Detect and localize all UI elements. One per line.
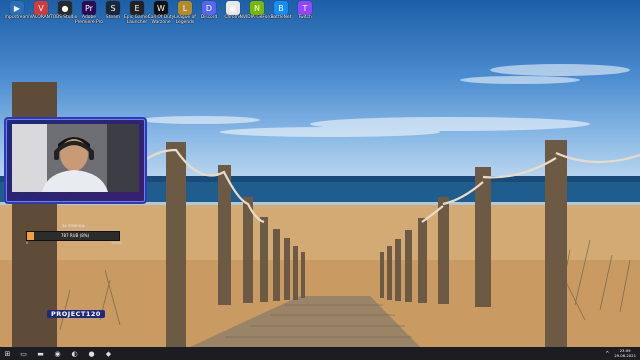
file-explorer-button[interactable]: ▬ (32, 347, 49, 360)
windows-icon: ⊞ (4, 349, 11, 358)
taskbar-clock[interactable]: 23:09 29.06.2021 (614, 348, 636, 358)
task-view-icon: ▭ (20, 349, 27, 358)
taskbar: ⊞ ▭ ▬ ◉ ◐ ● ◆ (0, 347, 640, 360)
project-label: PROJECT120 (47, 310, 105, 318)
streamer-image (12, 124, 139, 192)
obs-taskbar-button[interactable]: ● (83, 347, 100, 360)
obs-icon: ● (88, 349, 95, 358)
edge-taskbar-button[interactable]: ◐ (66, 347, 83, 360)
donation-progress-fill (27, 232, 35, 240)
system-tray: ⌃ 23:09 29.06.2021 (604, 347, 636, 360)
start-button[interactable]: ⊞ (0, 347, 15, 360)
task-view-button[interactable]: ▭ (15, 347, 32, 360)
chrome-icon: ◉ (54, 349, 61, 358)
twitch-icon: T (298, 1, 312, 15)
tray-chevron-icon[interactable]: ⌃ (604, 347, 610, 360)
webcam-overlay: PROJECT120 (4, 117, 147, 318)
discord-icon: ◆ (105, 349, 112, 358)
edge-icon: ◐ (71, 349, 78, 358)
desktop-icon-label: Twitch (298, 15, 312, 20)
folder-icon: ▬ (37, 349, 44, 358)
clock-date: 29.06.2021 (614, 352, 636, 358)
chrome-taskbar-button[interactable]: ◉ (49, 347, 66, 360)
donation-goal-max: 10000 (111, 241, 123, 245)
desktop-icon[interactable]: T Twitch (280, 1, 330, 21)
donation-progress-text: 787 RUB (8%) (61, 233, 90, 238)
discord-taskbar-button[interactable]: ◆ (100, 347, 117, 360)
webcam-feed (12, 124, 139, 192)
donation-goal-title: ЗА ПОМОЩЬ (62, 224, 86, 228)
donation-progress-bar: 787 RUB (8%) (26, 231, 120, 241)
donation-goal-min: 0 (26, 241, 29, 245)
